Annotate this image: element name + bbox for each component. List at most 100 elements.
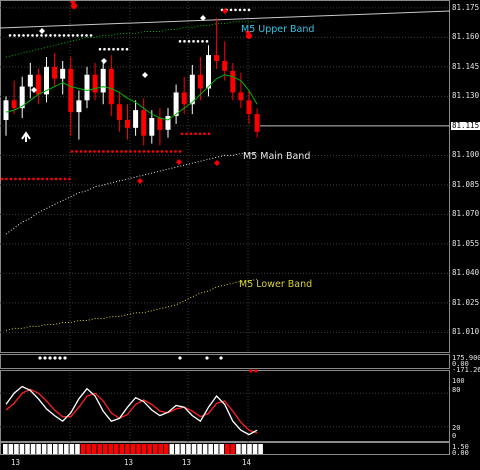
level-dot — [40, 34, 43, 37]
level-dot — [201, 40, 204, 43]
level-dot — [45, 177, 49, 181]
trading-chart[interactable] — [0, 0, 480, 470]
level-dot — [156, 150, 159, 153]
resistance-dots — [98, 47, 129, 51]
level-dot — [36, 177, 40, 181]
histogram-bar — [230, 444, 236, 454]
support-dots — [0, 177, 71, 181]
level-dot — [116, 47, 120, 51]
signal-dot — [71, 3, 77, 9]
level-dot — [68, 177, 71, 181]
level-dot — [75, 150, 78, 153]
level-dot — [165, 150, 168, 153]
histogram-bar — [236, 444, 241, 454]
level-dot — [194, 132, 197, 136]
level-dot — [79, 150, 83, 153]
candle-bear — [141, 110, 147, 136]
indicator-dot — [254, 369, 258, 373]
price-tick-label: 81.100 — [452, 150, 480, 160]
candle-bear — [92, 74, 98, 93]
candle-bear — [181, 92, 187, 105]
level-dot — [93, 150, 96, 153]
time-tick-label: 13 — [182, 458, 192, 467]
histogram-bar — [169, 444, 175, 454]
histogram-bar — [252, 444, 258, 454]
candle-bear — [52, 66, 58, 79]
main-band-line — [5, 152, 258, 235]
histogram-bar — [64, 444, 69, 454]
level-dot — [67, 34, 70, 37]
level-dot — [180, 132, 184, 136]
candle-bull — [133, 110, 139, 128]
oscillator-tick-label: 100 — [452, 377, 465, 385]
level-dot — [192, 40, 195, 43]
indicator-dot — [205, 356, 209, 360]
histogram-bar — [58, 444, 64, 454]
candle-bear — [246, 100, 252, 115]
diamond-marker — [142, 72, 148, 78]
indicator-panel-frame — [0, 354, 450, 369]
indicator-dot — [219, 356, 223, 360]
level-dot — [238, 8, 242, 12]
lower-band-line — [5, 278, 258, 331]
support-dots — [180, 132, 211, 136]
histogram-bar — [47, 444, 52, 454]
price-tick-label: 81.055 — [452, 238, 480, 248]
diamond-marker — [214, 160, 220, 166]
histogram-bar — [125, 444, 130, 454]
price-tick-label: 81.115 — [451, 120, 480, 130]
level-dot — [124, 150, 128, 153]
level-dot — [178, 40, 182, 43]
histogram-bar — [213, 444, 219, 454]
indicator-dot — [58, 356, 62, 360]
candle-bull — [84, 74, 90, 101]
histogram-bar — [14, 444, 19, 454]
histogram-bar — [119, 444, 125, 454]
level-dot — [138, 150, 141, 153]
candle-bear — [238, 92, 244, 101]
level-dot — [35, 34, 39, 37]
level-dot — [189, 132, 193, 136]
histogram-bar — [80, 444, 86, 454]
level-dot — [62, 34, 66, 37]
histogram-bar — [158, 444, 163, 454]
level-dot — [17, 34, 21, 37]
candle-bear — [197, 74, 203, 89]
level-dot — [44, 34, 48, 37]
histogram-bar — [152, 444, 158, 454]
histogram-bar — [141, 444, 147, 454]
level-dot — [160, 150, 164, 153]
level-dot — [9, 177, 13, 181]
histogram-bar — [36, 444, 41, 454]
histogram-bar — [8, 444, 14, 454]
level-dot — [31, 34, 34, 37]
price-tick-label: 81.130 — [452, 91, 480, 101]
candle-bear — [116, 104, 122, 120]
histogram-bar — [186, 444, 191, 454]
oscillator-tick-label: 20 — [452, 424, 461, 432]
level-dot — [88, 150, 92, 153]
histogram-bar — [41, 444, 47, 454]
price-tick-label: 81.160 — [452, 32, 480, 42]
candle-bull — [100, 68, 106, 93]
level-dot — [142, 150, 146, 153]
price-tick-label: 81.070 — [452, 209, 480, 219]
level-dot — [49, 34, 52, 37]
histogram-bar — [30, 444, 36, 454]
histogram-bar — [75, 444, 80, 454]
level-dot — [111, 150, 114, 153]
histogram-bar — [102, 444, 108, 454]
level-dot — [112, 47, 115, 51]
candle-bull — [149, 118, 155, 136]
level-dot — [183, 40, 186, 43]
level-dot — [169, 150, 173, 153]
level-dot — [121, 47, 124, 51]
level-dot — [174, 150, 177, 153]
diamond-marker — [39, 28, 45, 34]
histogram-bar — [69, 444, 75, 454]
histogram-bar — [130, 444, 136, 454]
level-dot — [205, 40, 209, 43]
diamond-marker — [101, 58, 107, 64]
time-tick-label: 13 — [11, 458, 21, 467]
histogram-bar — [52, 444, 58, 454]
